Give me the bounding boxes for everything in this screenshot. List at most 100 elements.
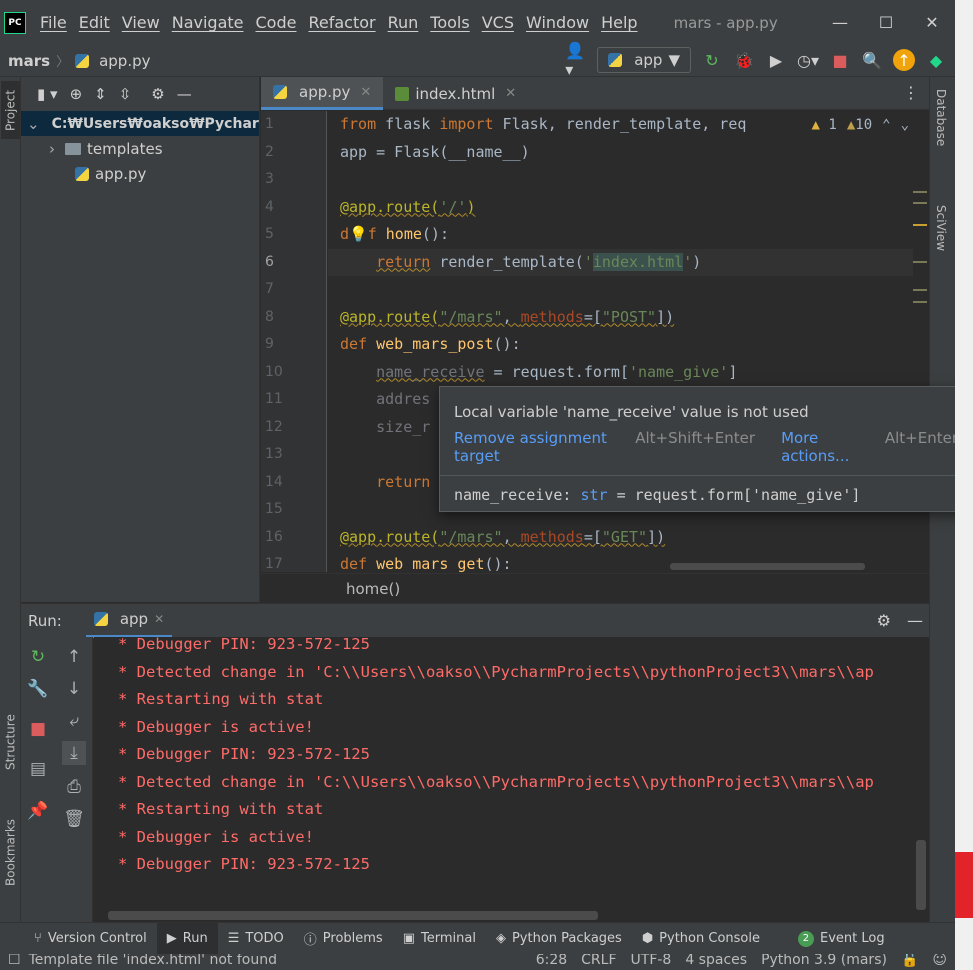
line-number: 9	[265, 336, 274, 352]
bookmarks-tool-tab[interactable]: Bookmarks	[1, 812, 20, 892]
menu-window[interactable]: Window	[520, 13, 595, 32]
line-separator[interactable]: CRLF	[581, 954, 616, 968]
tree-item-app-py[interactable]: app.py	[21, 161, 259, 186]
event-log-button[interactable]: 2 Event Log	[788, 923, 895, 955]
python-interpreter[interactable]: Python 3.9 (mars)	[761, 954, 887, 968]
indent-setting[interactable]: 4 spaces	[685, 954, 747, 968]
menu-tools[interactable]: Tools	[424, 13, 475, 32]
menu-run[interactable]: Run	[382, 13, 425, 32]
menu-edit[interactable]: Edit	[73, 13, 116, 32]
lightbulb-icon[interactable]: 💡	[349, 225, 368, 243]
warning-mark[interactable]	[913, 224, 927, 226]
menu-file[interactable]: File	[34, 13, 73, 32]
arrow-down-icon[interactable]: ↓	[62, 677, 86, 701]
hide-icon[interactable]: —	[907, 611, 923, 630]
error-count-value: 1	[828, 117, 837, 133]
search-icon[interactable]: 🔍	[861, 49, 883, 71]
editor-horizontal-scrollbar[interactable]	[670, 563, 865, 570]
expand-all-icon[interactable]: ⇕	[94, 85, 107, 103]
project-tool-tab[interactable]: Project	[1, 81, 20, 139]
run-console[interactable]: * Debugger PIN: 923-572-125 * Detected c…	[94, 637, 929, 922]
python-packages-button[interactable]: ◈ Python Packages	[486, 923, 632, 955]
gear-icon[interactable]: ⚙	[151, 85, 164, 103]
close-icon[interactable]: ✕	[154, 612, 164, 626]
close-button[interactable]: ✕	[909, 0, 955, 45]
stop-icon[interactable]: ■	[829, 49, 851, 71]
locate-icon[interactable]: ⊕	[70, 85, 83, 103]
signature-value: = request.form['name_give']	[616, 486, 861, 504]
window-title: mars - app.py	[673, 13, 778, 32]
chevron-down-icon[interactable]: ⌄	[901, 117, 909, 133]
menu-vcs[interactable]: VCS	[476, 13, 520, 32]
warning-icon: ▲	[846, 117, 856, 133]
inspection-widget[interactable]: ▲ 1 ▲10 ⌃ ⌄	[811, 117, 909, 133]
debug-icon[interactable]: 🐞	[733, 49, 755, 71]
close-icon[interactable]: ✕	[505, 86, 516, 101]
menu-view[interactable]: View	[116, 13, 166, 32]
file-encoding[interactable]: UTF-8	[631, 954, 672, 968]
database-tool-tab[interactable]: Database	[934, 89, 948, 146]
lock-icon[interactable]: 🔓	[901, 954, 918, 968]
menu-code[interactable]: Code	[250, 13, 303, 32]
trash-icon[interactable]: 🗑	[62, 807, 86, 831]
warning-mark[interactable]	[913, 261, 927, 263]
breadcrumb-file[interactable]: app.py	[75, 52, 151, 70]
terminal-button[interactable]: ▣ Terminal	[393, 923, 486, 955]
breadcrumb-project[interactable]: mars	[8, 52, 50, 70]
sciview-tool-tab[interactable]: SciView	[934, 205, 948, 251]
layout-icon[interactable]: ▤	[26, 757, 50, 781]
tree-item-templates[interactable]: › templates	[21, 136, 259, 161]
python-console-button[interactable]: ⬢ Python Console	[632, 923, 770, 955]
remove-assignment-link[interactable]: Remove assignment target	[454, 429, 623, 465]
tree-root[interactable]: ⌄ C:₩Users₩oakso₩Pycharm	[21, 111, 259, 136]
warning-mark[interactable]	[913, 301, 927, 303]
warning-mark[interactable]	[913, 191, 927, 193]
run-tab-app[interactable]: app ✕	[85, 604, 173, 638]
menu-navigate[interactable]: Navigate	[166, 13, 250, 32]
stop-icon[interactable]: ■	[26, 717, 50, 741]
hide-icon[interactable]: —	[177, 85, 192, 103]
scroll-to-end-icon[interactable]: ⤓	[62, 741, 86, 765]
status-message[interactable]: Template file 'index.html' not found	[29, 954, 277, 968]
gear-icon[interactable]: ⚙	[877, 611, 891, 630]
maximize-button[interactable]: ☐	[863, 0, 909, 45]
console-horizontal-scrollbar[interactable]	[108, 911, 598, 920]
tab-app-py[interactable]: app.py ✕	[261, 77, 384, 110]
coverage-icon[interactable]: ▶	[765, 49, 787, 71]
soft-wrap-icon[interactable]: ⤶	[62, 709, 86, 733]
rerun-icon[interactable]: ↻	[701, 49, 723, 71]
more-tabs-icon[interactable]: ⋮	[903, 83, 919, 102]
editor-breadcrumb[interactable]: home()	[261, 573, 929, 603]
print-icon[interactable]: ⎙	[62, 775, 86, 799]
arrow-up-icon[interactable]: ↑	[62, 645, 86, 669]
minimize-button[interactable]: —	[817, 0, 863, 45]
problems-button[interactable]: ⓘ Problems	[294, 923, 393, 955]
run-tool-button[interactable]: ▶ Run	[156, 922, 218, 955]
more-actions-link[interactable]: More actions...	[781, 429, 873, 465]
warning-mark[interactable]	[913, 289, 927, 291]
menu-refactor[interactable]: Refactor	[302, 13, 381, 32]
wrench-icon[interactable]: 🔧	[26, 677, 50, 701]
close-icon[interactable]: ✕	[360, 85, 371, 100]
structure-tool-tab[interactable]: Structure	[1, 707, 20, 777]
collapse-all-icon[interactable]: ⇳	[119, 85, 132, 103]
jetbrains-toolbox-icon[interactable]: ◆	[925, 49, 947, 71]
chevron-up-icon[interactable]: ⌃	[882, 117, 890, 133]
caret-position[interactable]: 6:28	[536, 954, 567, 968]
project-view-select[interactable]: ▮ ▾	[37, 85, 58, 103]
rerun-icon[interactable]: ↻	[26, 645, 50, 669]
warning-mark[interactable]	[913, 202, 927, 204]
inspector-icon[interactable]: ☺	[932, 954, 947, 968]
update-icon[interactable]: ↑	[893, 49, 915, 71]
terminal-label: Terminal	[421, 931, 476, 946]
run-configuration-select[interactable]: app ▼	[597, 47, 691, 73]
profile-icon[interactable]: ◷▾	[797, 49, 819, 71]
console-vertical-scrollbar[interactable]	[916, 840, 926, 910]
user-icon[interactable]: 👤▾	[565, 41, 587, 79]
tab-index-html[interactable]: index.html ✕	[383, 77, 528, 110]
menu-help[interactable]: Help	[595, 13, 643, 32]
line-number: 4	[265, 198, 274, 215]
version-control-button[interactable]: ⑂ Version Control	[24, 923, 157, 955]
pin-icon[interactable]: 📌	[26, 799, 50, 823]
todo-button[interactable]: ☰ TODO	[218, 923, 294, 955]
